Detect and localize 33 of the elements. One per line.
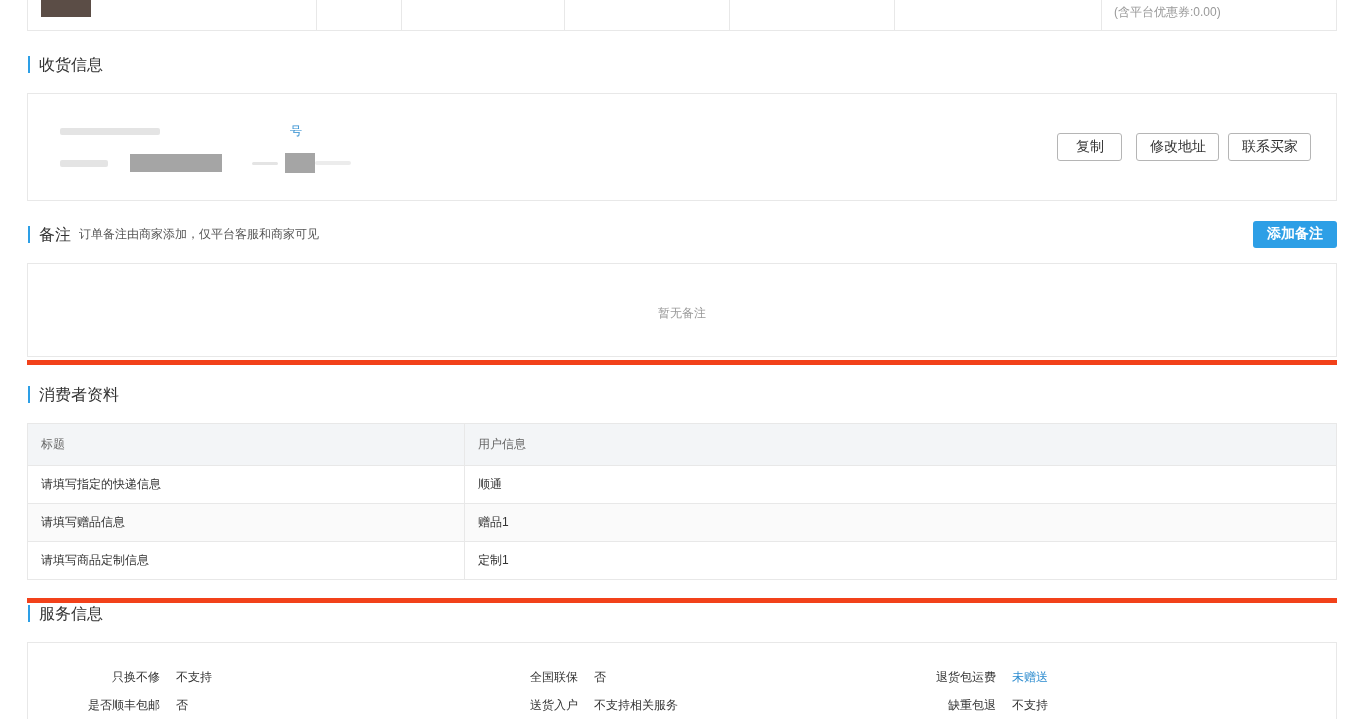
field-value: 否 [594,668,606,686]
table-cell: 请填写赠品信息 [28,504,465,541]
field-label: 是否顺丰包邮 [87,696,160,714]
blurred-text [60,159,108,167]
action-button[interactable]: 复制 [1057,133,1122,161]
section-hint: 订单备注由商家添加，仅平台客服和商家可见 [79,225,319,243]
action-button[interactable]: 修改地址 [1136,133,1219,161]
table-cell-text: 定制1 [477,552,510,569]
coupon-note: (含平台优惠券:0.00) [1114,5,1221,19]
column-header: 用户信息 [477,436,527,453]
field-label: 缺重包退 [947,696,996,714]
field-link[interactable]: 未赠送 [1012,668,1048,686]
column-header: 标题 [28,424,465,465]
table-cell: 请填写商品定制信息 [28,542,465,579]
section-title: 收货信息 [28,55,103,73]
section-title: 消费者资料 [28,385,119,403]
field-value: 否 [176,696,188,714]
field-label: 只换不修 [111,668,160,686]
section-title: 备注 [28,225,71,243]
empty-state-text: 暂无备注 [658,304,706,322]
field-label: 全国联保 [529,668,578,686]
field-label: 退货包运费 [935,668,996,686]
field-value: 不支持 [1012,696,1048,714]
phone-link[interactable]: 号 [290,123,302,139]
photo-placeholder [41,0,91,17]
field-value: 不支持相关服务 [594,696,678,714]
table-cell-text: 顺通 [477,476,503,493]
field-value: 不支持 [176,668,212,686]
table-cell-text: 赠品1 [477,514,510,531]
action-button[interactable]: 联系买家 [1228,133,1311,161]
field-label: 送货入户 [529,696,578,714]
redacted-block [285,153,315,173]
section-title: 服务信息 [28,604,103,622]
